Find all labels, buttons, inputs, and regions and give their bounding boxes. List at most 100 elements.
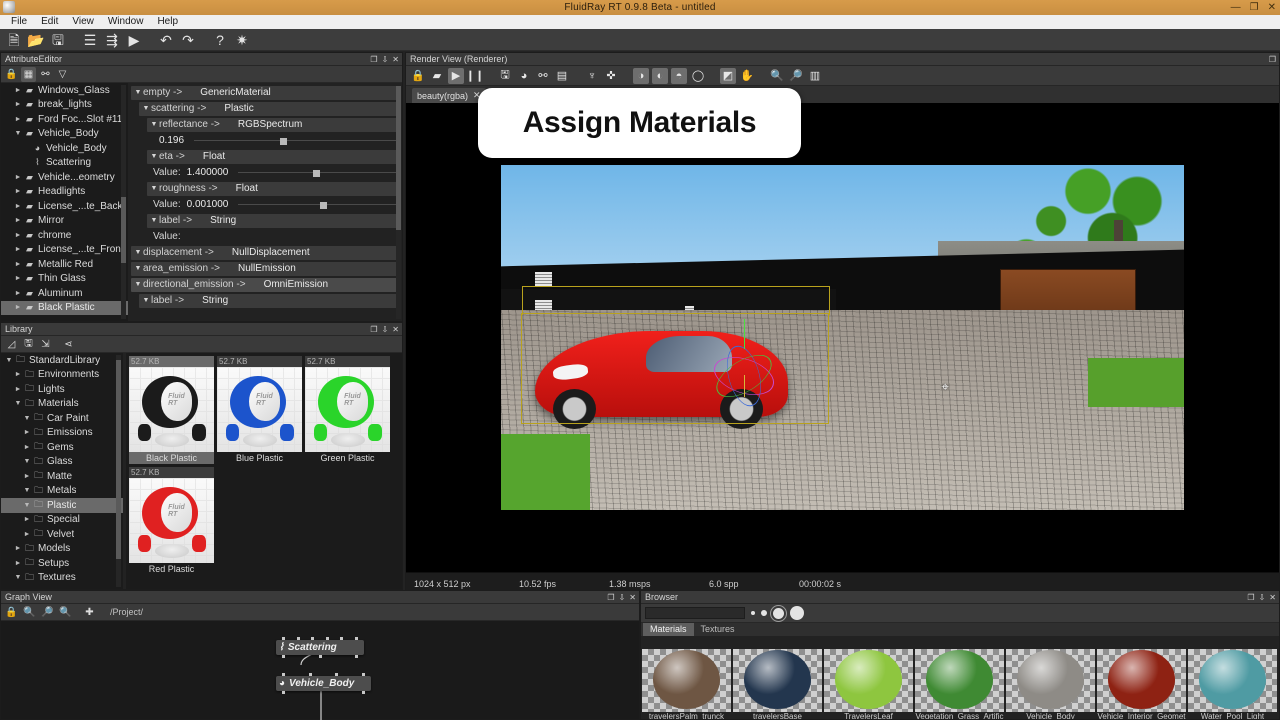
maximize-button[interactable]: ❐ [1250, 0, 1259, 15]
library-tree-item[interactable]: ► 🗀 Matte [1, 469, 123, 484]
library-tree-item[interactable]: ► 🗀 Special [1, 513, 123, 528]
close-panel-button[interactable]: ✕ [392, 325, 399, 334]
zoom-out-icon[interactable]: 🔎 [40, 605, 55, 620]
chevron-right-icon[interactable]: ► [22, 516, 32, 523]
float-button[interactable]: ❐ [370, 325, 377, 334]
chevron-down-icon[interactable]: ▼ [22, 502, 32, 509]
chevron-right-icon[interactable]: ► [13, 304, 23, 311]
denoise-icon[interactable]: ♆ [584, 68, 600, 84]
chevron-down-icon[interactable]: ▼ [141, 297, 151, 304]
lock-icon[interactable]: 🔒 [4, 605, 19, 620]
chevron-down-icon[interactable]: ▼ [149, 217, 159, 224]
chevron-right-icon[interactable]: ► [13, 101, 23, 108]
size-dot-xs[interactable] [751, 611, 755, 615]
attribute-tree-item[interactable]: ► ▰ License_...te_Back [1, 199, 128, 214]
property-row[interactable]: ▼ eta -> Float [131, 149, 398, 164]
close-panel-button[interactable]: ✕ [629, 593, 636, 602]
save-icon[interactable]: 🖫 [48, 30, 68, 50]
channel-r-icon[interactable]: ◑ [633, 67, 649, 84]
library-import-icon[interactable]: ⇲ [38, 337, 53, 352]
browser-item[interactable]: TravelersLeaf [824, 649, 913, 719]
save-image-icon[interactable]: 🖫 [497, 68, 513, 84]
zoom-fit-icon[interactable]: 🔍 [58, 605, 73, 620]
tab-textures[interactable]: Textures [694, 623, 742, 636]
chevron-right-icon[interactable]: ► [13, 217, 23, 224]
zoom-out-icon[interactable]: 🔎 [788, 68, 804, 84]
chevron-right-icon[interactable]: ► [22, 429, 32, 436]
property-type[interactable]: Float [203, 151, 225, 162]
attribute-tree-scrollbar[interactable] [121, 85, 126, 319]
property-row[interactable]: ▼ scattering -> Plastic [131, 101, 398, 116]
library-tree-item[interactable]: ► 🗀 Lights [1, 382, 123, 397]
attribute-editor-tree[interactable]: ► ▰ Windows_Glass ► ▰ break_lights ► ▰ Ford Foc.… [1, 83, 128, 321]
library-new-icon[interactable]: ◿ [4, 337, 19, 352]
color-balance-icon[interactable]: ⚯ [535, 68, 551, 84]
attribute-tree-item[interactable]: ► ▰ Vehicle...eometry [1, 170, 128, 185]
chevron-down-icon[interactable]: ▼ [133, 89, 143, 96]
property-row[interactable]: ▼ displacement -> NullDisplacement [131, 245, 398, 260]
zoom-in-icon[interactable]: 🔍 [22, 605, 37, 620]
chevron-down-icon[interactable]: ▼ [141, 105, 151, 112]
zoom-in-icon[interactable]: 🔍 [769, 68, 785, 84]
property-bar[interactable]: ▼ label -> String [139, 293, 398, 308]
library-tree-item[interactable]: ► 🗀 Setups [1, 556, 123, 571]
browser-item-thumbnail[interactable] [733, 649, 822, 712]
chevron-down-icon[interactable]: ▼ [133, 281, 143, 288]
property-value-row[interactable]: Value: [131, 229, 398, 244]
attribute-tree-item[interactable]: ► ▰ Black Plastic [1, 300, 128, 315]
library-material-thumbnail[interactable]: 52.7 KB Fluid RT Red Plastic [129, 467, 214, 575]
property-type[interactable]: NullDisplacement [232, 247, 310, 258]
attribute-tree-item[interactable]: ► ▰ Aluminum [1, 286, 128, 301]
library-tree-item[interactable]: ► 🗀 Environments [1, 368, 123, 383]
property-bar[interactable]: ▼ eta -> Float [147, 149, 398, 164]
lock-icon[interactable]: 🔒 [4, 67, 19, 82]
size-dot-m[interactable] [770, 604, 787, 622]
attribute-tree-item[interactable]: ► ▰ Thin Glass [1, 272, 128, 287]
attribute-tree-item[interactable]: ► ▰ License_...te_Front [1, 243, 128, 258]
open-folder-icon[interactable]: 📂 [26, 30, 46, 50]
gizmo-axis-z[interactable] [743, 374, 745, 397]
property-bar[interactable]: ▼ label -> String [147, 213, 398, 228]
value-field[interactable]: 0.001000 [187, 199, 229, 210]
attribute-tree-item[interactable]: ⌇ Scattering [1, 156, 128, 171]
chevron-right-icon[interactable]: ► [22, 531, 32, 538]
property-bar[interactable]: ▼ directional_emission -> OmniEmission [131, 277, 398, 292]
channel-g-icon[interactable]: ◐ [652, 67, 668, 84]
library-material-thumbnail[interactable]: 52.7 KB Fluid RT Blue Plastic [217, 356, 302, 464]
float-button[interactable]: ❐ [370, 55, 377, 64]
chevron-down-icon[interactable]: ▼ [133, 265, 143, 272]
attribute-tree-item[interactable]: ► ▰ Metallic Red [1, 257, 128, 272]
library-tree-item[interactable]: ▼ 🗀 Glass [1, 455, 123, 470]
dock-button[interactable]: ⇩ [619, 593, 626, 602]
pick-material-icon[interactable]: ✋ [739, 68, 755, 84]
property-type[interactable]: String [202, 295, 228, 306]
browser-item[interactable]: travelersPalm_trunck [642, 649, 731, 719]
property-value-row[interactable]: 0.196 [131, 133, 398, 148]
node-vehicle-body[interactable]: ◕ Vehicle_Body [276, 673, 371, 694]
material-preview-image[interactable]: Fluid RT [129, 367, 214, 452]
value-slider[interactable] [194, 134, 398, 148]
property-bar[interactable]: ▼ displacement -> NullDisplacement [131, 245, 398, 260]
browser-item[interactable]: Vegetation_Grass_Artific [915, 649, 1004, 719]
chevron-down-icon[interactable]: ▼ [13, 400, 23, 407]
chevron-right-icon[interactable]: ► [13, 261, 23, 268]
property-type[interactable]: GenericMaterial [200, 87, 271, 98]
property-bar[interactable]: ▼ roughness -> Float [147, 181, 398, 196]
chevron-right-icon[interactable]: ► [22, 444, 32, 451]
chevron-right-icon[interactable]: ► [13, 203, 23, 210]
close-button[interactable]: ✕ [1268, 0, 1276, 15]
attribute-tree-item[interactable]: ► ▰ Ford Foc...Slot #11 [1, 112, 128, 127]
exposure-icon[interactable]: ◕ [516, 68, 532, 84]
menu-item-view[interactable]: View [65, 15, 101, 29]
chevron-right-icon[interactable]: ► [13, 275, 23, 282]
library-material-thumbnail[interactable]: 52.7 KB Fluid RT Green Plastic [305, 356, 390, 464]
size-dot-l[interactable] [790, 606, 804, 620]
library-tree-item[interactable]: ▼ 🗀 Plastic [1, 498, 123, 513]
new-document-icon[interactable]: 🗎 [4, 30, 24, 50]
attribute-tree-item[interactable]: ◕ Vehicle_Body [1, 141, 128, 156]
chevron-down-icon[interactable]: ▼ [22, 458, 32, 465]
tab-beauty-rgba[interactable]: beauty(rgba) ✕ [412, 88, 486, 103]
node-input-ports[interactable] [282, 637, 358, 640]
menu-item-help[interactable]: Help [150, 15, 185, 29]
property-value-row[interactable]: Value: 0.001000 [131, 197, 398, 212]
